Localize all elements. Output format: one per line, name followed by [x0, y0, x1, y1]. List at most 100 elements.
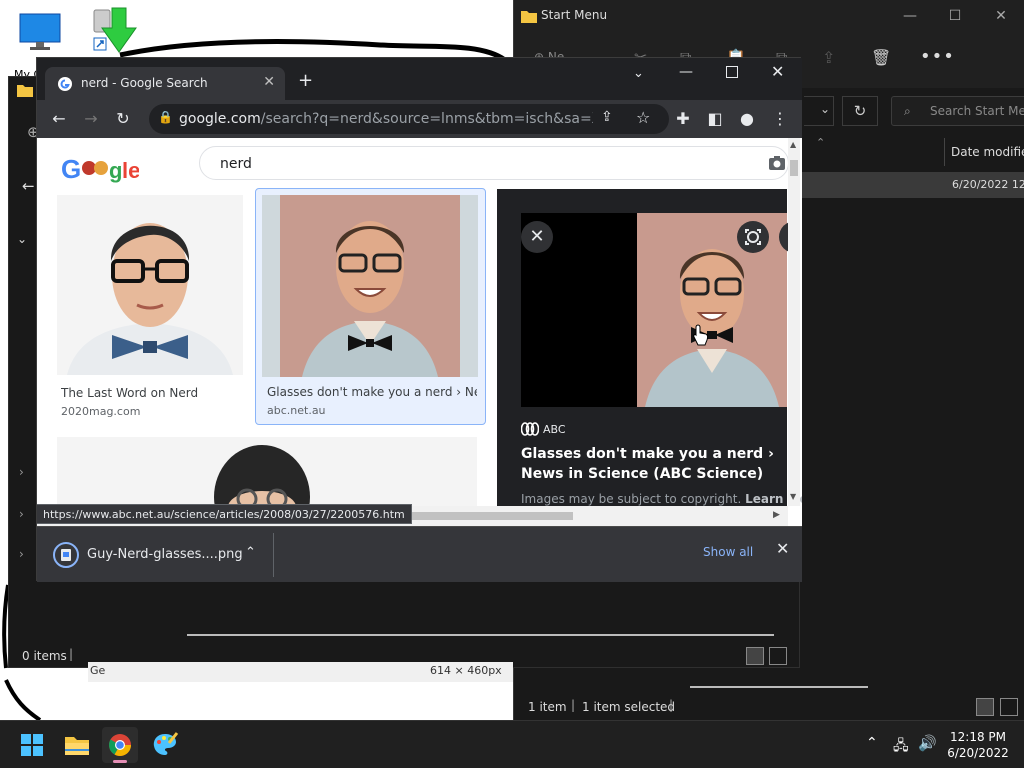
image-result-card-selected[interactable]: Glasses don't make you a nerd › Ne... ab… — [255, 188, 486, 425]
vertical-scroll-thumb[interactable] — [790, 160, 798, 176]
result-source: 2020mag.com — [61, 405, 141, 418]
delete-icon[interactable]: 🗑 — [871, 48, 891, 67]
google-logo[interactable]: G g le — [59, 150, 139, 186]
browser-toolbar: ← → ↻ 🔒 google.com/search?q=nerd&source=… — [37, 100, 802, 138]
search-placeholder: Search Start Menu — [930, 104, 1024, 118]
share-icon[interactable]: ⇪ — [822, 48, 835, 67]
copyright-notice: Images may be subject to copyright. Lear… — [521, 492, 802, 506]
tab-title: nerd - Google Search — [81, 76, 208, 90]
download-options-chevron-icon[interactable]: ⌃ — [245, 545, 256, 560]
close-preview-button[interactable]: ✕ — [521, 221, 553, 253]
download-arrow-icon — [93, 7, 137, 53]
tab-strip[interactable]: nerd - Google Search ✕ + ⌄ — ✕ — [37, 58, 802, 100]
horizontal-scrollbar[interactable] — [690, 686, 868, 688]
search-start-menu-input[interactable]: ⌕ Search Start Menu — [891, 96, 1024, 126]
windows-logo-icon — [21, 734, 43, 756]
google-search-input[interactable]: nerd — [199, 146, 789, 180]
image-result-card[interactable]: The Last Word on Nerd 2020mag.com — [57, 195, 243, 425]
chevron-right-icon[interactable]: › — [19, 547, 24, 561]
chrome-taskbar-button[interactable] — [102, 727, 138, 763]
share-icon[interactable]: ⇪ — [601, 109, 613, 125]
folder-icon — [521, 11, 537, 23]
volume-icon[interactable]: 🔊 — [918, 734, 937, 752]
file-explorer-taskbar-button[interactable] — [59, 727, 95, 763]
page-viewport: G g le nerd The Last Word on Nerd 2020ma… — [37, 138, 802, 526]
show-all-downloads-link[interactable]: Show all — [703, 545, 753, 559]
lens-icon — [745, 229, 761, 245]
image-result-card[interactable] — [57, 437, 477, 507]
column-divider[interactable] — [944, 138, 945, 166]
details-view-icon[interactable] — [746, 647, 764, 665]
vertical-scrollbar[interactable]: ▲ ▼ — [788, 138, 800, 506]
side-panel-icon[interactable]: ◧ — [705, 109, 725, 129]
address-field-end[interactable] — [804, 96, 834, 126]
result-source: abc.net.au — [267, 404, 326, 417]
preview-site-name[interactable]: ABC — [543, 423, 566, 436]
forward-button[interactable]: → — [81, 109, 101, 129]
explorer-status-bar: 1 item | 1 item selected | — [514, 694, 1024, 720]
result-thumbnail-nerd-glasses — [262, 195, 478, 377]
back-button[interactable]: ← — [49, 109, 69, 129]
more-options-icon[interactable]: ••• — [920, 46, 955, 67]
result-caption[interactable]: Glasses don't make you a nerd › Ne... — [267, 385, 477, 399]
close-button[interactable]: ✕ — [991, 6, 1011, 26]
download-shortcut-desktop-icon[interactable] — [92, 6, 142, 58]
taskbar: ⌃ 🖧 🔊 12:18 PM 6/20/2022 — [0, 720, 1024, 768]
horizontal-scrollbar[interactable] — [187, 634, 774, 636]
active-indicator — [113, 760, 127, 763]
date-modified-column-header[interactable]: Date modified — [951, 145, 1024, 159]
maximize-button[interactable]: ☐ — [945, 6, 965, 26]
back-arrow-icon[interactable]: ← — [22, 177, 35, 195]
scroll-down-arrow-icon[interactable]: ▼ — [790, 492, 796, 501]
clock-date: 6/20/2022 — [947, 746, 1009, 760]
download-item[interactable]: Guy-Nerd-glasses....png ⌃ — [49, 537, 275, 573]
tab-google-search[interactable]: nerd - Google Search ✕ — [45, 67, 285, 100]
extensions-puzzle-icon[interactable]: ✚ — [673, 109, 693, 129]
start-button[interactable] — [14, 727, 50, 763]
selected-count: 1 item selected — [582, 700, 676, 714]
maximize-button[interactable] — [726, 66, 738, 78]
google-lens-button[interactable] — [737, 221, 769, 253]
network-icon[interactable]: 🖧 — [893, 735, 909, 759]
svg-text:le: le — [122, 158, 139, 183]
url-path: /search?q=nerd&source=lnms&tbm=isch&sa=X… — [260, 111, 593, 127]
bookmark-star-icon[interactable]: ☆ — [636, 108, 650, 127]
scroll-up-arrow-icon[interactable]: ▲ — [790, 140, 796, 149]
lock-icon: 🔒 — [158, 110, 173, 124]
close-button[interactable]: ✕ — [771, 62, 784, 81]
tab-close-icon[interactable]: ✕ — [263, 74, 275, 90]
explorer-title: Start Menu — [541, 8, 608, 22]
result-caption[interactable]: The Last Word on Nerd — [61, 386, 243, 400]
item-count: 0 items — [22, 649, 67, 663]
reload-button[interactable]: ↻ — [113, 109, 133, 129]
scroll-right-arrow-icon[interactable]: ▶ — [773, 510, 780, 520]
result-thumbnail-cartoon-nerd — [57, 437, 477, 507]
horizontal-scroll-thumb[interactable] — [387, 512, 573, 520]
explorer-titlebar[interactable]: Start Menu — ☐ ✕ — [514, 0, 1024, 32]
details-view-icon[interactable] — [976, 698, 994, 716]
preview-title-link[interactable]: Glasses don't make you a nerd › News in … — [521, 444, 791, 484]
tiles-view-icon[interactable] — [769, 647, 787, 665]
chevron-right-icon[interactable]: › — [19, 507, 24, 521]
refresh-button[interactable]: ↻ — [842, 96, 878, 126]
paint-taskbar-button[interactable] — [147, 727, 183, 763]
close-download-shelf-icon[interactable]: ✕ — [776, 539, 789, 558]
new-tab-button[interactable]: + — [298, 70, 313, 91]
show-hidden-icons-chevron-icon[interactable]: ⌃ — [866, 735, 878, 751]
taskbar-clock[interactable]: 12:18 PM 6/20/2022 — [944, 729, 1012, 761]
minimize-button[interactable]: — — [900, 6, 920, 26]
image-preview-panel: ✕ ABC Glasses don't make you a nerd › Ne… — [497, 189, 802, 526]
menu-kebab-icon[interactable]: ⋮ — [770, 109, 790, 129]
chevron-right-icon[interactable]: › — [19, 465, 24, 479]
tiles-view-icon[interactable] — [1000, 698, 1018, 716]
status-divider: | — [669, 698, 674, 712]
chevron-down-icon[interactable]: ⌄ — [17, 232, 27, 246]
minimize-button[interactable]: — — [679, 64, 693, 80]
tab-search-chevron-icon[interactable]: ⌄ — [633, 66, 644, 81]
close-icon: ✕ — [529, 226, 545, 247]
clock-time: 12:18 PM — [950, 730, 1006, 744]
address-bar[interactable]: 🔒 google.com/search?q=nerd&source=lnms&t… — [149, 104, 669, 134]
file-download-icon — [53, 542, 79, 568]
camera-search-icon[interactable] — [768, 155, 786, 171]
profile-avatar-icon[interactable]: ● — [737, 109, 757, 129]
